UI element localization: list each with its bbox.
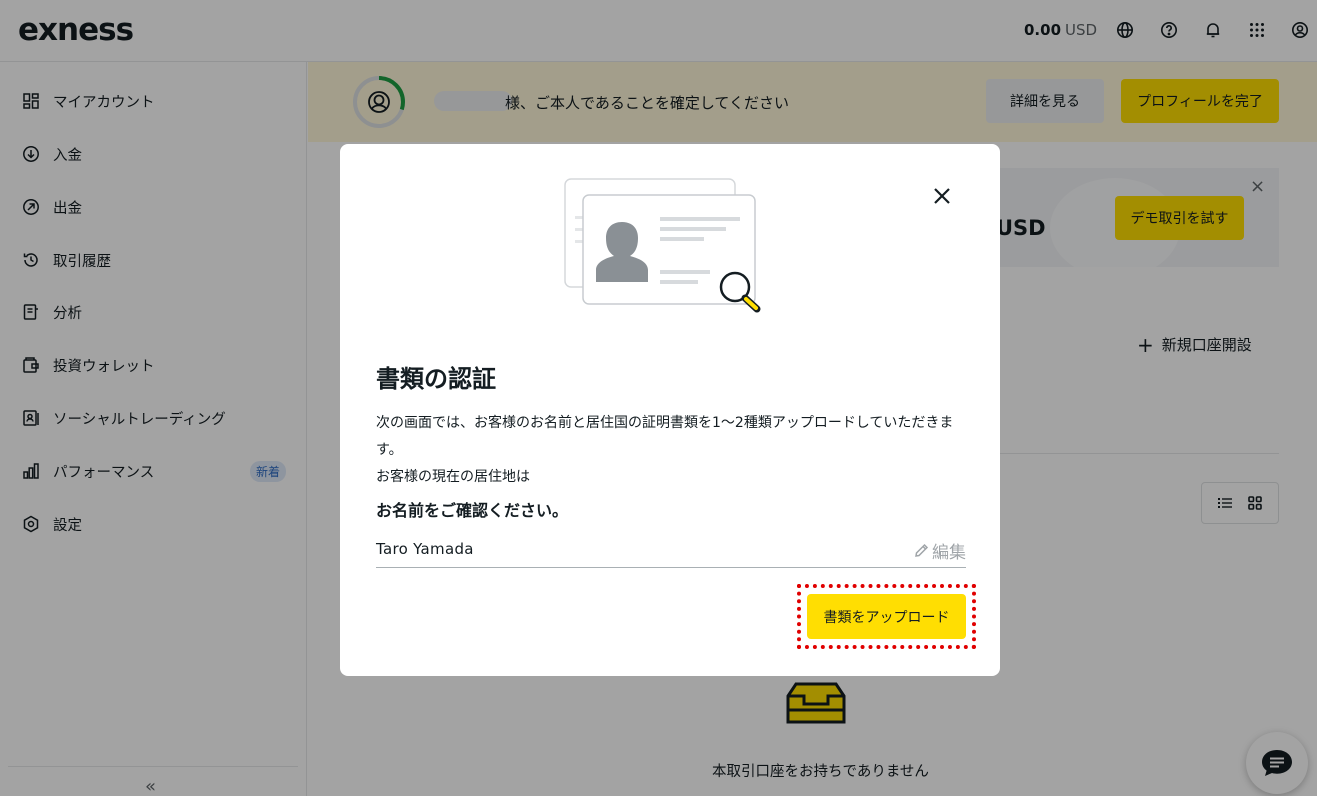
pencil-icon [915,543,929,557]
modal-description: 次の画面では、お客様のお名前と居住国の証明書類を1～2種類アップロードしていただ… [376,410,976,491]
edit-name-link[interactable]: 編集 [914,538,966,563]
description-line-1: 次の画面では、お客様のお名前と居住国の証明書類を1～2種類アップロードしていただ… [376,415,954,458]
modal-title: 書類の認証 [376,365,496,393]
name-field: Taro Yamada 編集 [376,538,966,568]
id-card-illustration [564,178,761,313]
description-line-2: お客様の現在の居住地は [376,469,530,485]
upload-documents-button[interactable]: 書類をアップロード [807,594,966,639]
document-verification-modal: 書類の認証 次の画面では、お客様のお名前と居住国の証明書類を1～2種類アップロー… [340,144,1000,676]
close-icon[interactable] [928,182,956,210]
name-value: Taro Yamada [376,540,474,558]
edit-label: 編集 [932,543,966,563]
confirm-name-label: お名前をご確認ください。 [376,501,569,520]
